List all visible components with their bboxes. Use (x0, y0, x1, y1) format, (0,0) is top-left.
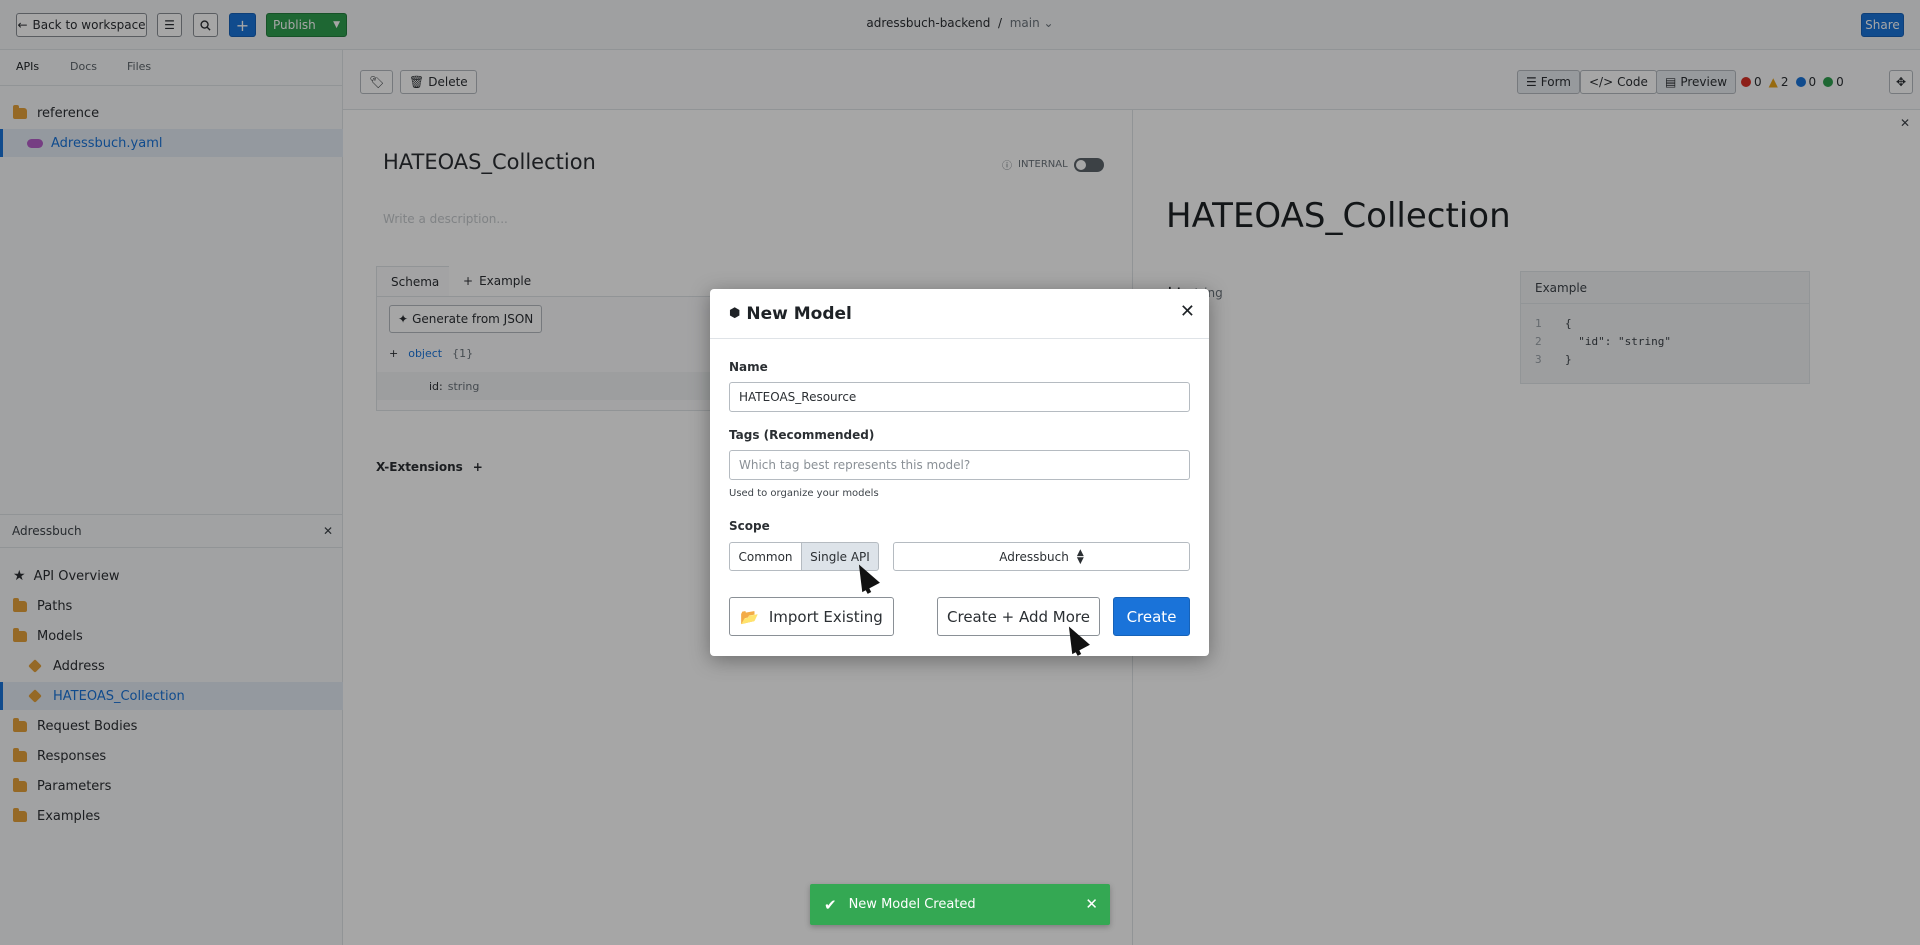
name-input[interactable] (729, 382, 1190, 412)
cube-icon: ⬢ (729, 306, 741, 321)
create-label: Create (1126, 607, 1177, 626)
create-button[interactable]: Create (1113, 597, 1190, 636)
create-add-more-label: Create + Add More (947, 607, 1090, 626)
scope-label: Scope (729, 519, 770, 533)
import-existing-label: Import Existing (768, 607, 883, 626)
dialog-title: New Model (746, 303, 852, 324)
dialog-header: ⬢ New Model (710, 289, 1209, 339)
scope-common-button[interactable]: Common (729, 542, 802, 571)
import-existing-button[interactable]: 📂 Import Existing (729, 597, 894, 636)
check-icon: ✔ (824, 895, 837, 914)
api-select[interactable]: Adressbuch ▲ ▼ (893, 542, 1190, 571)
sort-icon: ▲ ▼ (1076, 547, 1084, 566)
api-select-value: Adressbuch (999, 549, 1069, 564)
scope-option-label: Common (738, 549, 793, 564)
name-label: Name (729, 360, 768, 374)
folder-open-icon: 📂 (740, 607, 759, 626)
new-model-dialog: ⬢ New Model ✕ Name Tags (Recommended) Us… (710, 289, 1209, 656)
scope-option-label: Single API (810, 549, 870, 564)
close-icon[interactable]: ✕ (1180, 301, 1195, 322)
close-icon[interactable]: ✕ (1085, 895, 1098, 913)
tags-input[interactable] (729, 450, 1190, 480)
tags-label: Tags (Recommended) (729, 428, 875, 442)
toast-message: New Model Created (848, 897, 976, 912)
tags-help-text: Used to organize your models (729, 488, 879, 499)
success-toast: ✔ New Model Created ✕ (810, 884, 1110, 925)
